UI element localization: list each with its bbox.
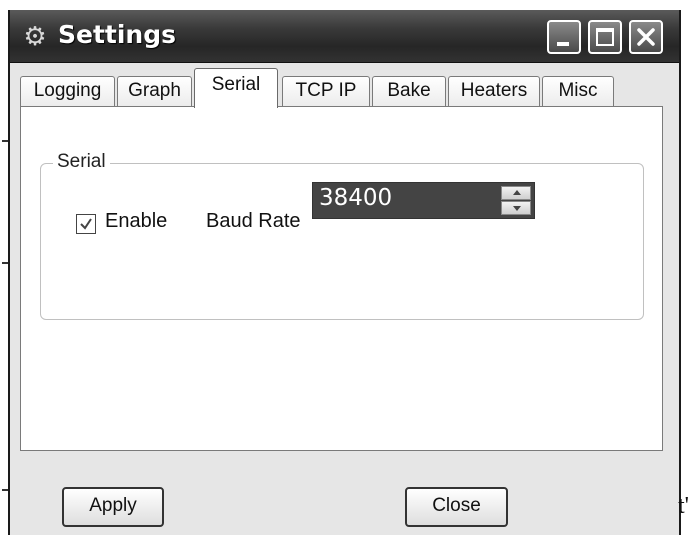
serial-groupbox: Serial Enable Baud Rate 38400 — [40, 151, 644, 320]
tab-tcp-ip[interactable]: TCP IP — [282, 76, 370, 106]
gear-icon: ⚙ — [23, 21, 47, 51]
close-button[interactable]: Close — [405, 487, 508, 527]
baud-rate-label: Baud Rate — [206, 210, 301, 232]
spinner-down-button[interactable] — [501, 201, 531, 215]
baud-rate-value[interactable]: 38400 — [319, 185, 392, 211]
edge-text-fragment: t' — [678, 493, 689, 519]
enable-checkbox[interactable] — [76, 214, 96, 234]
tab-logging[interactable]: Logging — [20, 76, 115, 106]
tab-graph[interactable]: Graph — [117, 76, 192, 106]
maximize-button[interactable] — [588, 20, 622, 54]
baud-rate-spinner[interactable]: 38400 — [312, 182, 535, 219]
serial-tab-panel: Serial Enable Baud Rate 38400 — [20, 106, 663, 451]
tab-heaters[interactable]: Heaters — [448, 76, 540, 106]
tab-strip: Logging Graph Serial TCP IP Bake Heaters… — [20, 68, 660, 108]
window-title: Settings — [58, 20, 177, 49]
enable-label[interactable]: Enable — [105, 210, 167, 233]
tab-serial[interactable]: Serial — [194, 68, 278, 108]
groupbox-label: Serial — [53, 151, 110, 173]
title-bar[interactable]: ⚙ Settings — [10, 10, 679, 63]
tab-bake[interactable]: Bake — [372, 76, 446, 106]
close-window-button[interactable] — [629, 20, 663, 54]
minimize-button[interactable] — [547, 20, 581, 54]
apply-button[interactable]: Apply — [62, 487, 164, 527]
tab-misc[interactable]: Misc — [542, 76, 614, 106]
settings-window: ⚙ Settings Logging Graph Serial TCP IP B… — [8, 10, 681, 535]
spinner-up-button[interactable] — [501, 186, 531, 200]
checkmark-icon — [80, 218, 92, 230]
close-icon — [637, 28, 655, 46]
